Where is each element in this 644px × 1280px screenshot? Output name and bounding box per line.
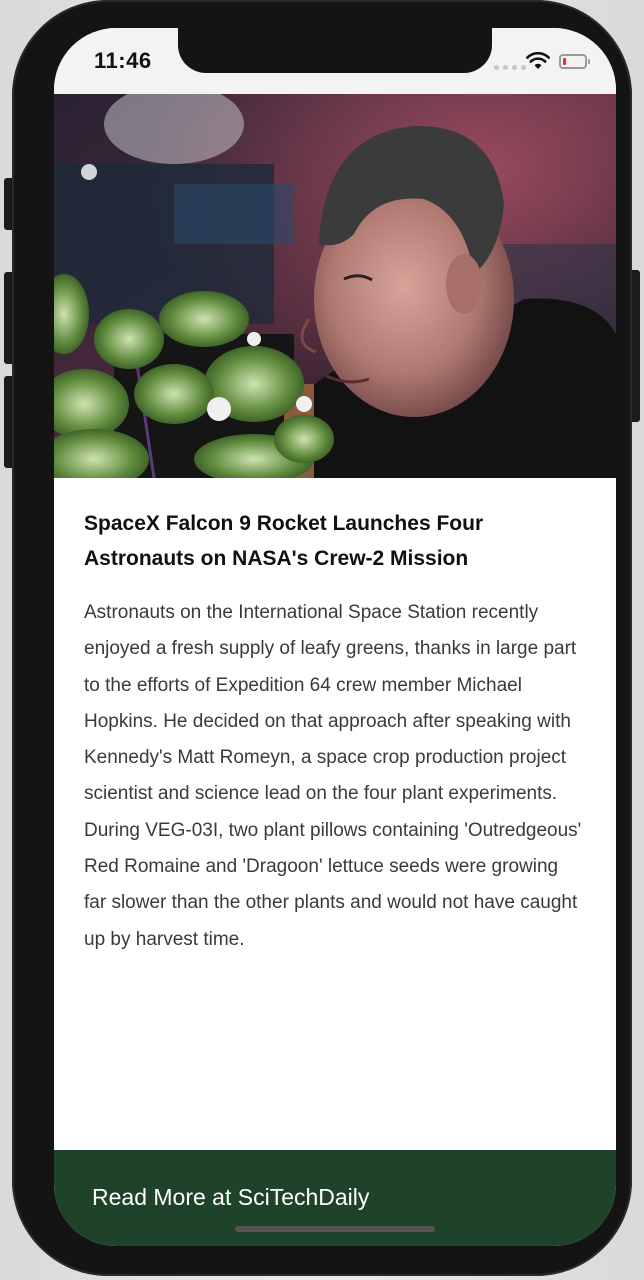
cellular-signal-icon bbox=[494, 65, 526, 70]
article-body: Astronauts on the International Space St… bbox=[84, 602, 582, 950]
screen: 11:46 SpaceX Falcon 9 Rocket Launches Fo… bbox=[54, 28, 616, 1246]
battery-icon bbox=[559, 54, 590, 69]
read-more-link[interactable]: Read More at SciTechDaily bbox=[92, 1184, 369, 1211]
article-title: SpaceX Falcon 9 Rocket Launches Four Ast… bbox=[84, 512, 484, 570]
home-indicator[interactable] bbox=[235, 1226, 435, 1232]
notch bbox=[178, 28, 492, 73]
status-bar: 11:46 bbox=[54, 28, 616, 94]
battery-level bbox=[563, 58, 566, 65]
phone-frame: 11:46 SpaceX Falcon 9 Rocket Launches Fo… bbox=[12, 0, 632, 1276]
article-hero-image bbox=[54, 94, 616, 478]
status-time: 11:46 bbox=[94, 48, 152, 73]
wifi-icon bbox=[526, 51, 550, 75]
